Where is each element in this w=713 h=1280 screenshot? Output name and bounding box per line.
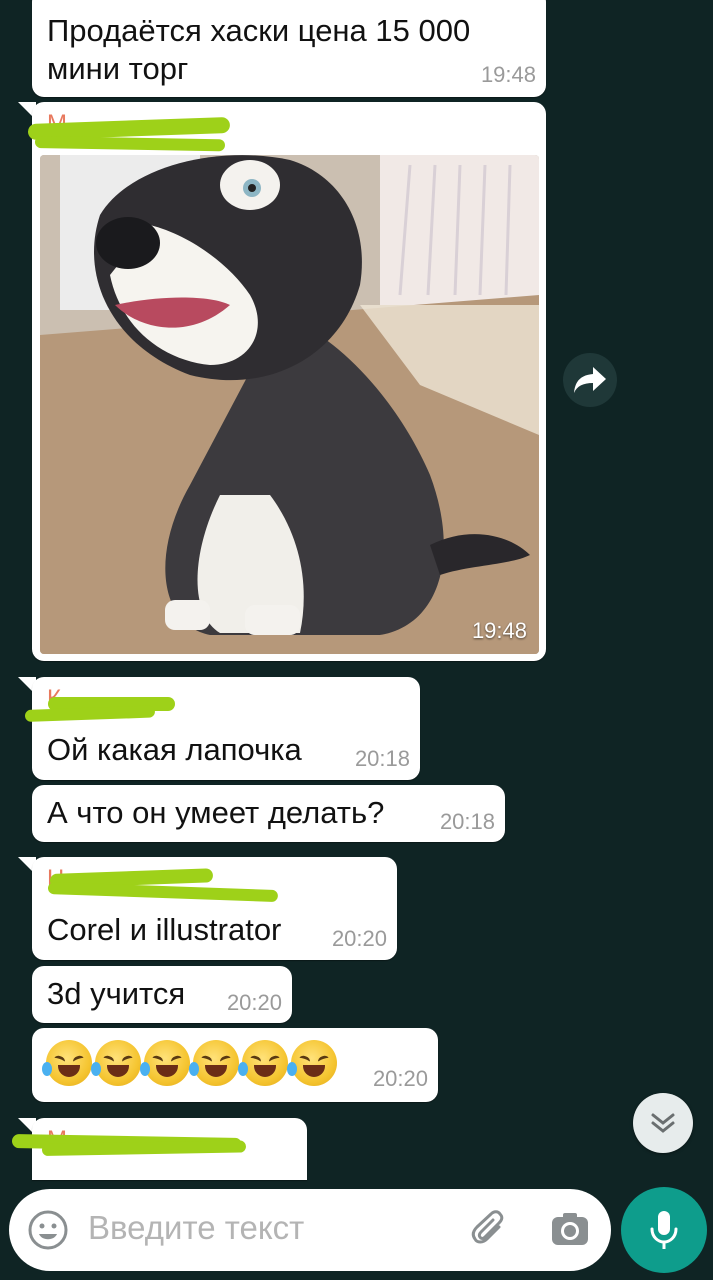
- rofl-emoji: [91, 1040, 141, 1086]
- rofl-emoji: [140, 1040, 190, 1086]
- message-time: 20:20: [226, 990, 282, 1015]
- message-time: 20:20: [372, 1066, 428, 1091]
- scroll-to-bottom-button[interactable]: [633, 1093, 693, 1153]
- message-text: А что он умеет делать?: [47, 795, 385, 830]
- camera-icon: [552, 1213, 588, 1245]
- rofl-emoji: [287, 1040, 337, 1086]
- forward-button[interactable]: [563, 353, 617, 407]
- rofl-emoji: [189, 1040, 239, 1086]
- attach-button[interactable]: [469, 1209, 511, 1251]
- rofl-emoji: [42, 1040, 92, 1086]
- message-bubble[interactable]: А что он умеет делать? 20:18: [32, 785, 505, 842]
- message-input-bar: Введите текст: [9, 1189, 611, 1271]
- message-text: Corel и illustrator: [47, 912, 282, 947]
- message-text: 3d учится: [47, 976, 186, 1011]
- emoji-button[interactable]: [27, 1209, 69, 1251]
- emoji-row: [42, 1040, 337, 1086]
- photo-message-bubble[interactable]: M: [32, 102, 546, 661]
- husky-puppy-image: [40, 155, 539, 654]
- message-text-line-2: мини торг: [47, 51, 189, 86]
- husky-photo[interactable]: 19:48: [40, 155, 539, 654]
- paperclip-icon: [471, 1210, 504, 1244]
- message-bubble[interactable]: Продаётся хаски цена 15 000 мини торг 19…: [32, 0, 546, 97]
- camera-button[interactable]: [549, 1209, 591, 1251]
- forward-icon: [574, 367, 606, 393]
- message-input[interactable]: Введите текст: [88, 1209, 304, 1247]
- message-time: 20:20: [331, 926, 387, 951]
- emoji-icon: [28, 1210, 68, 1250]
- message-text: Ой какая лапочка: [47, 732, 302, 767]
- message-time: 19:48: [480, 62, 536, 87]
- double-chevron-down-icon: [651, 1113, 675, 1133]
- voice-message-button[interactable]: [621, 1187, 707, 1273]
- message-bubble[interactable]: К Ой какая лапочка 20:18: [32, 677, 420, 780]
- message-bubble[interactable]: 3d учится 20:20: [32, 966, 292, 1023]
- emoji-message-bubble[interactable]: 20:20: [32, 1028, 438, 1102]
- message-time: 20:18: [439, 809, 495, 834]
- photo-time: 19:48: [471, 618, 527, 643]
- message-text-line-1: Продаётся хаски цена 15 000: [47, 13, 471, 48]
- rofl-emoji: [238, 1040, 288, 1086]
- message-time: 20:18: [354, 746, 410, 771]
- mic-icon: [650, 1211, 678, 1249]
